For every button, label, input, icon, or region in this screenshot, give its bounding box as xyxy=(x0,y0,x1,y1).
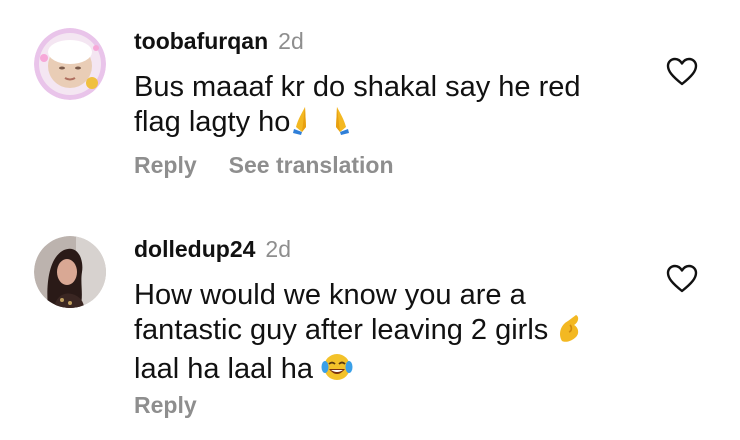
comment-item: toobafurqan 2d Bus maaaf kr do shakal say… xyxy=(0,0,740,200)
comment-text-content: Bus maaaf kr do shakal say he red flag l… xyxy=(134,71,581,138)
reply-button[interactable]: Reply xyxy=(134,152,197,178)
avatar[interactable] xyxy=(34,28,106,100)
heart-outline-icon[interactable] xyxy=(666,57,698,87)
username[interactable]: dolledup24 xyxy=(134,236,255,262)
comment-text-content: fantastic guy after leaving 2 girls xyxy=(134,314,549,346)
timestamp: 2d xyxy=(278,28,304,54)
username[interactable]: toobafurqan xyxy=(134,28,268,54)
pinching-hand-emoji xyxy=(556,313,584,352)
comment-actions: Reply See translation xyxy=(134,152,394,179)
comment-meta: toobafurqan 2d xyxy=(134,28,304,55)
folded-hands-emoji xyxy=(322,105,350,144)
comment-text: Bus maaaf kr do shakal say he red flag l… xyxy=(134,70,604,144)
comment-item: dolledup24 2d How would we know you are a… xyxy=(0,200,740,440)
see-translation-button[interactable]: See translation xyxy=(229,152,394,178)
comment-text-line: How would we know you are a xyxy=(134,279,526,311)
comment-text: How would we know you are a fantastic gu… xyxy=(134,278,654,391)
face-with-tears-of-joy-emoji xyxy=(321,352,353,391)
reply-button[interactable]: Reply xyxy=(134,392,197,418)
comment-meta: dolledup24 2d xyxy=(134,236,291,263)
comment-actions: Reply xyxy=(134,392,197,419)
comment-text-content: laal ha laal ha xyxy=(134,353,313,385)
folded-hands-emoji xyxy=(292,105,320,144)
comment-text-line-3: laal ha laal ha xyxy=(134,352,654,391)
timestamp: 2d xyxy=(265,236,291,262)
avatar[interactable] xyxy=(34,236,106,308)
comment-text-line-2: fantastic guy after leaving 2 girls xyxy=(134,313,654,352)
heart-outline-icon[interactable] xyxy=(666,264,698,294)
